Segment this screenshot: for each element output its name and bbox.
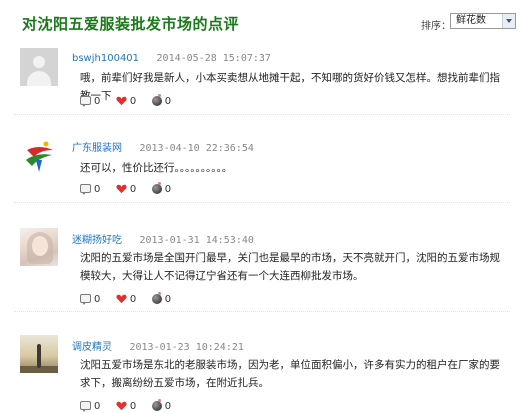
comment-actions: 0 0 0 [80,93,183,108]
author-link[interactable]: bswjh100401 [72,53,139,64]
egg-icon [151,291,162,304]
reply-count: 0 [94,183,101,195]
user-avatar-icon[interactable] [20,228,58,266]
egg-count: 0 [164,293,172,305]
flower-button[interactable]: 0 [116,294,136,305]
egg-icon [151,398,162,411]
comment-date: 2013-01-31 14:53:40 [139,235,254,246]
guangdong-logo-icon[interactable] [20,138,58,176]
comment-meta: 调皮精灵 2013-01-23 10:24:21 [72,338,244,353]
sort-selected-value: 鲜花数 [456,15,486,26]
egg-button[interactable]: 0 [151,93,172,107]
divider [14,114,510,115]
egg-button[interactable]: 0 [151,398,172,412]
chevron-down-icon[interactable] [502,14,515,28]
comment-meta: 广东服装网 2013-04-10 22:36:54 [72,139,254,154]
page-title: 对沈阳五爱服装批发市场的点评 [22,15,240,33]
sort-dropdown[interactable]: 鲜花数 [450,13,516,29]
reply-button[interactable]: 0 [80,96,100,107]
flower-count: 0 [129,400,137,412]
flower-heart-icon [116,184,127,193]
comment-meta: bswjh100401 2014-05-28 15:07:37 [72,51,271,64]
flower-button[interactable]: 0 [116,184,136,195]
divider [14,311,510,312]
flower-button[interactable]: 0 [116,401,136,412]
reply-button[interactable]: 0 [80,401,100,412]
comment-text: 还可以，性价比还行。。。。。。。。。。 [80,162,233,174]
comment-text: 沈阳五爱市场是东北的老服装市场，因为老，单位面积偏小，许多有实力的租户在厂家的要… [80,359,500,389]
flower-count: 0 [129,183,137,195]
reply-count: 0 [94,293,101,305]
reply-count: 0 [94,400,101,412]
divider [14,202,510,203]
egg-icon [151,93,162,106]
page-header: 对沈阳五爱服装批发市场的点评 排序： 鲜花数 [0,0,520,40]
reply-button[interactable]: 0 [80,184,100,195]
comment-icon [80,184,91,195]
comment-text: 沈阳的五爱市场是全国开门最早，关门也是最早的市场，天不亮就开门，沈阳的五爱市场规… [80,252,500,282]
comment-icon [80,401,91,412]
comment-icon [80,294,91,305]
flower-heart-icon [116,294,127,303]
comment-actions: 0 0 0 [80,181,183,196]
comment-date: 2014-05-28 15:07:37 [156,53,271,64]
egg-button[interactable]: 0 [151,181,172,195]
flower-count: 0 [129,293,137,305]
comment-date: 2013-01-23 10:24:21 [129,342,244,353]
flower-count: 0 [129,95,137,107]
reply-count: 0 [94,95,101,107]
egg-count: 0 [164,400,172,412]
author-link[interactable]: 迷糊扬好吃 [72,235,122,246]
comment-actions: 0 0 0 [80,398,183,413]
sort-label: 排序： [421,21,451,32]
comment-date: 2013-04-10 22:36:54 [139,143,254,154]
egg-count: 0 [164,183,172,195]
author-link[interactable]: 广东服装网 [72,143,122,154]
author-link[interactable]: 调皮精灵 [72,342,112,353]
comment-actions: 0 0 0 [80,291,183,306]
user-avatar-icon[interactable] [20,335,58,373]
flower-heart-icon [116,401,127,410]
egg-button[interactable]: 0 [151,291,172,305]
default-avatar-icon[interactable] [20,48,58,86]
comment-meta: 迷糊扬好吃 2013-01-31 14:53:40 [72,231,254,246]
reply-button[interactable]: 0 [80,294,100,305]
flower-button[interactable]: 0 [116,96,136,107]
flower-heart-icon [116,96,127,105]
egg-count: 0 [164,95,172,107]
egg-icon [151,181,162,194]
comment-icon [80,96,91,107]
